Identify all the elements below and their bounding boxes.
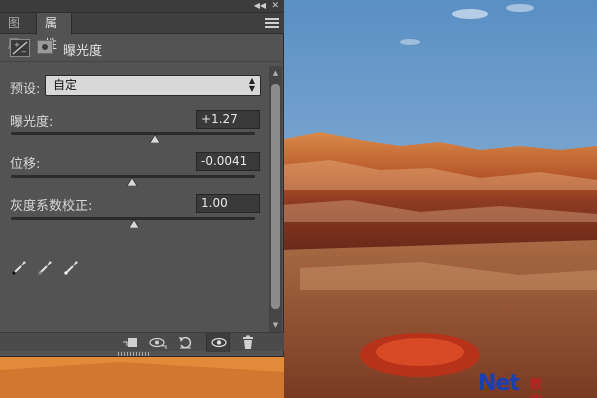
preset-dropdown[interactable]: 自定 ▲ ▼ bbox=[45, 75, 261, 96]
offset-slider-thumb[interactable] bbox=[126, 178, 137, 186]
watermark-brand: Net bbox=[478, 371, 520, 396]
layer-mask-icon[interactable] bbox=[37, 40, 53, 54]
gray-point-eyedropper-icon[interactable] bbox=[36, 257, 56, 277]
properties-panel: ◀◀ ✕ 图层 属性 + − 曝光度 预设: 自定 ▲▼ 曝光度: +1.27 … bbox=[0, 0, 284, 357]
exposure-input[interactable]: +1.27 bbox=[196, 110, 260, 129]
exposure-slider-thumb[interactable] bbox=[149, 135, 160, 143]
panel-bottom-bar bbox=[0, 332, 284, 352]
visibility-eye-icon[interactable] bbox=[206, 333, 230, 352]
svg-text:−: − bbox=[21, 48, 27, 56]
tab-bar: 图层 属性 bbox=[0, 13, 284, 51]
watermark-suffix: 教程 bbox=[530, 377, 543, 398]
offset-input[interactable]: -0.0041 bbox=[196, 152, 260, 171]
exposure-adjustment-icon[interactable]: + − bbox=[10, 39, 30, 57]
view-previous-state-icon[interactable] bbox=[146, 333, 170, 352]
collapse-double-arrow-icon[interactable]: ◀◀ bbox=[254, 0, 266, 12]
reset-icon[interactable] bbox=[174, 333, 198, 352]
scroll-up-arrow-icon[interactable]: ▲ bbox=[269, 66, 282, 80]
panel-menu-icon[interactable] bbox=[265, 16, 279, 28]
gamma-label: 灰度系数校正: bbox=[10, 199, 93, 214]
delete-icon[interactable] bbox=[236, 333, 260, 352]
panel-header: + − 曝光度 bbox=[0, 34, 284, 62]
offset-label: 位移: bbox=[10, 157, 41, 172]
exposure-label: 曝光度: bbox=[10, 115, 54, 130]
panel-title: 曝光度 bbox=[63, 44, 103, 59]
close-icon[interactable]: ✕ bbox=[271, 0, 279, 12]
black-point-eyedropper-icon[interactable] bbox=[10, 257, 30, 277]
panel-resize-grip[interactable] bbox=[118, 352, 150, 356]
white-point-eyedropper-icon[interactable] bbox=[62, 257, 82, 277]
svg-text:+: + bbox=[14, 41, 20, 49]
clip-to-layer-icon[interactable] bbox=[120, 333, 144, 352]
panel-top-strip: ◀◀ ✕ bbox=[0, 0, 284, 13]
gamma-slider-thumb[interactable] bbox=[129, 220, 140, 228]
gamma-input[interactable]: 1.00 bbox=[196, 194, 260, 213]
exposure-slider-track[interactable] bbox=[11, 132, 255, 135]
preset-label: 预设: bbox=[10, 82, 41, 97]
scroll-down-arrow-icon[interactable]: ▼ bbox=[269, 318, 282, 332]
scrollbar-thumb[interactable] bbox=[271, 84, 280, 309]
tab-layers[interactable]: 图层 bbox=[0, 13, 36, 51]
panel-scrollbar[interactable]: ▲ ▼ bbox=[269, 66, 282, 332]
tab-properties[interactable]: 属性 bbox=[36, 13, 72, 51]
preset-value: 自定 bbox=[53, 78, 78, 92]
dropdown-arrows-icon: ▲ ▼ bbox=[248, 76, 255, 93]
